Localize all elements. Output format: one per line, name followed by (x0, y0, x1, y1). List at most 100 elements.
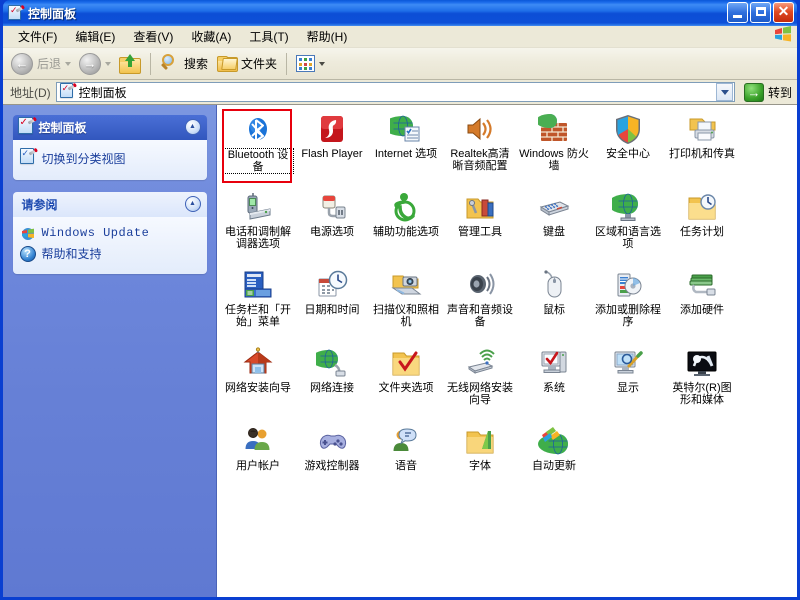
sidebar-item-windows-update[interactable]: Windows Update (20, 225, 200, 241)
control-panel-item[interactable]: 声音和音频设备 (444, 267, 516, 343)
windows-flag-logo (773, 26, 793, 48)
control-panel-item[interactable]: 文件夹选项 (370, 345, 442, 421)
add-remove-programs-icon (612, 269, 644, 301)
folders-icon (216, 54, 239, 73)
power-options-icon (316, 191, 348, 223)
menu-help[interactable]: 帮助(H) (298, 26, 357, 47)
control-panel-item-label: 声音和音频设备 (447, 304, 513, 328)
go-arrow-icon (743, 82, 764, 102)
control-panel-item[interactable]: 英特尔(R)图形和媒体 (666, 345, 738, 421)
control-panel-item-label: 添加硬件 (680, 304, 724, 316)
minimize-button[interactable] (727, 2, 748, 23)
up-button[interactable] (115, 51, 145, 77)
control-panel-item[interactable]: 鼠标 (518, 267, 590, 343)
collapse-chevron-icon-2[interactable] (184, 196, 201, 212)
control-panel-item-label: 系统 (543, 382, 565, 394)
close-button[interactable]: ✕ (773, 2, 794, 23)
bluetooth-icon (242, 113, 274, 145)
scanners-cameras-icon (390, 269, 422, 301)
address-dropdown-button[interactable] (715, 83, 733, 101)
menu-file[interactable]: 文件(F) (9, 26, 66, 47)
control-panel-item[interactable]: 打印机和传真 (666, 111, 738, 187)
forward-button[interactable]: → (75, 51, 115, 77)
help-icon (19, 245, 36, 262)
control-panel-item-label: 语音 (395, 460, 417, 472)
address-input[interactable]: ✓ 控制面板 (55, 82, 735, 102)
mouse-icon (538, 269, 570, 301)
back-button[interactable]: ← 后退 (7, 51, 75, 77)
panel-header: ✓ 控制面板 (12, 115, 207, 140)
control-panel-item-label: 自动更新 (532, 460, 576, 472)
sidebar: ✓ 控制面板 ✓ (3, 105, 217, 597)
control-panel-item[interactable]: 管理工具 (444, 189, 516, 265)
control-panel-item[interactable]: 语音 (370, 423, 442, 499)
network-setup-wizard-icon (242, 347, 274, 379)
control-panel-item-label: Windows 防火墙 (519, 148, 589, 172)
menu-edit[interactable]: 编辑(E) (66, 26, 124, 47)
control-panel-item[interactable]: 任务计划 (666, 189, 738, 265)
back-arrow-icon: ← (11, 52, 33, 75)
menu-favorites[interactable]: 收藏(A) (182, 26, 240, 47)
search-button[interactable]: 搜索 (156, 51, 212, 77)
control-panel-item[interactable]: 系统 (518, 345, 590, 421)
menu-bar: 文件(F) 编辑(E) 查看(V) 收藏(A) 工具(T) 帮助(H) (3, 26, 797, 48)
menu-tools[interactable]: 工具(T) (240, 26, 297, 47)
keyboard-icon (538, 191, 570, 223)
control-panel-item[interactable]: 添加或删除程序 (592, 267, 664, 343)
control-panel-item[interactable]: 电源选项 (296, 189, 368, 265)
speech-icon (390, 425, 422, 457)
control-panel-item[interactable]: 辅助功能选项 (370, 189, 442, 265)
control-panel-item[interactable]: 区域和语言选项 (592, 189, 664, 265)
collapse-chevron-icon[interactable] (184, 119, 201, 135)
maximize-button[interactable] (750, 2, 771, 23)
security-center-icon (612, 113, 644, 145)
views-dropdown-icon[interactable] (319, 61, 326, 66)
sidebar-item-help-support[interactable]: 帮助和支持 (19, 245, 200, 262)
control-panel-item[interactable]: 任务栏和「开始」菜单 (222, 267, 294, 343)
control-panel-item[interactable]: 安全中心 (592, 111, 664, 187)
control-panel-item[interactable]: 字体 (444, 423, 516, 499)
accessibility-icon (390, 191, 422, 223)
control-panel-item[interactable]: 键盘 (518, 189, 590, 265)
control-panel-item-label: 日期和时间 (304, 304, 360, 316)
control-panel-item[interactable]: Windows 防火墙 (518, 111, 590, 187)
control-panel-item[interactable]: 自动更新 (518, 423, 590, 499)
forward-arrow-icon: → (79, 52, 102, 75)
control-panel-item[interactable]: Realtek高清晰音频配置 (444, 111, 516, 187)
sounds-audio-icon (464, 269, 496, 301)
control-panel-item[interactable]: 日期和时间 (296, 267, 368, 343)
control-panel-item[interactable]: 网络连接 (296, 345, 368, 421)
control-panel-item[interactable]: 无线网络安装向导 (444, 345, 516, 421)
control-panel-item-label: 任务栏和「开始」菜单 (225, 304, 291, 328)
control-panel-item[interactable]: 网络安装向导 (222, 345, 294, 421)
window-title: 控制面板 (28, 6, 77, 21)
folders-button[interactable]: 文件夹 (212, 51, 281, 77)
control-panel-items-area: Bluetooth 设备 Flash Player Internet 选项 Realt… (217, 105, 797, 597)
sidebar-panel-control-panel: ✓ 控制面板 ✓ (12, 115, 207, 180)
address-value: 控制面板 (78, 85, 127, 100)
regional-language-icon (612, 191, 644, 223)
control-panel-window: ✓ 控制面板 ✕ 文件(F) 编辑(E) 查看(V) 收藏(A) 工具(T) 帮… (0, 0, 800, 600)
control-panel-item[interactable]: 显示 (592, 345, 664, 421)
views-icon (296, 55, 316, 72)
control-panel-item-label: 文件夹选项 (378, 382, 434, 394)
control-panel-item-label: 键盘 (543, 226, 565, 238)
control-panel-item-label: 网络连接 (310, 382, 354, 394)
control-panel-item[interactable]: 电话和调制解调器选项 (222, 189, 294, 265)
menu-view[interactable]: 查看(V) (124, 26, 182, 47)
control-panel-item[interactable]: Flash Player (296, 111, 368, 187)
control-panel-item[interactable]: 用户帐户 (222, 423, 294, 499)
forward-dropdown-icon[interactable] (105, 61, 112, 66)
intel-graphics-icon (686, 347, 718, 379)
control-panel-item-label: Realtek高清晰音频配置 (450, 148, 510, 172)
control-panel-item[interactable]: 添加硬件 (666, 267, 738, 343)
control-panel-item[interactable]: Bluetooth 设备 (222, 109, 294, 187)
control-panel-item[interactable]: Internet 选项 (370, 111, 442, 187)
sidebar-item-switch-category-view[interactable]: ✓ 切换到分类视图 (19, 148, 200, 168)
control-panel-item-label: Bluetooth 设备 (222, 148, 294, 174)
views-button[interactable] (292, 51, 329, 77)
control-panel-item[interactable]: 游戏控制器 (296, 423, 368, 499)
control-panel-item[interactable]: 扫描仪和照相机 (370, 267, 442, 343)
go-button[interactable]: 转到 (740, 82, 792, 102)
back-dropdown-icon[interactable] (65, 61, 72, 66)
